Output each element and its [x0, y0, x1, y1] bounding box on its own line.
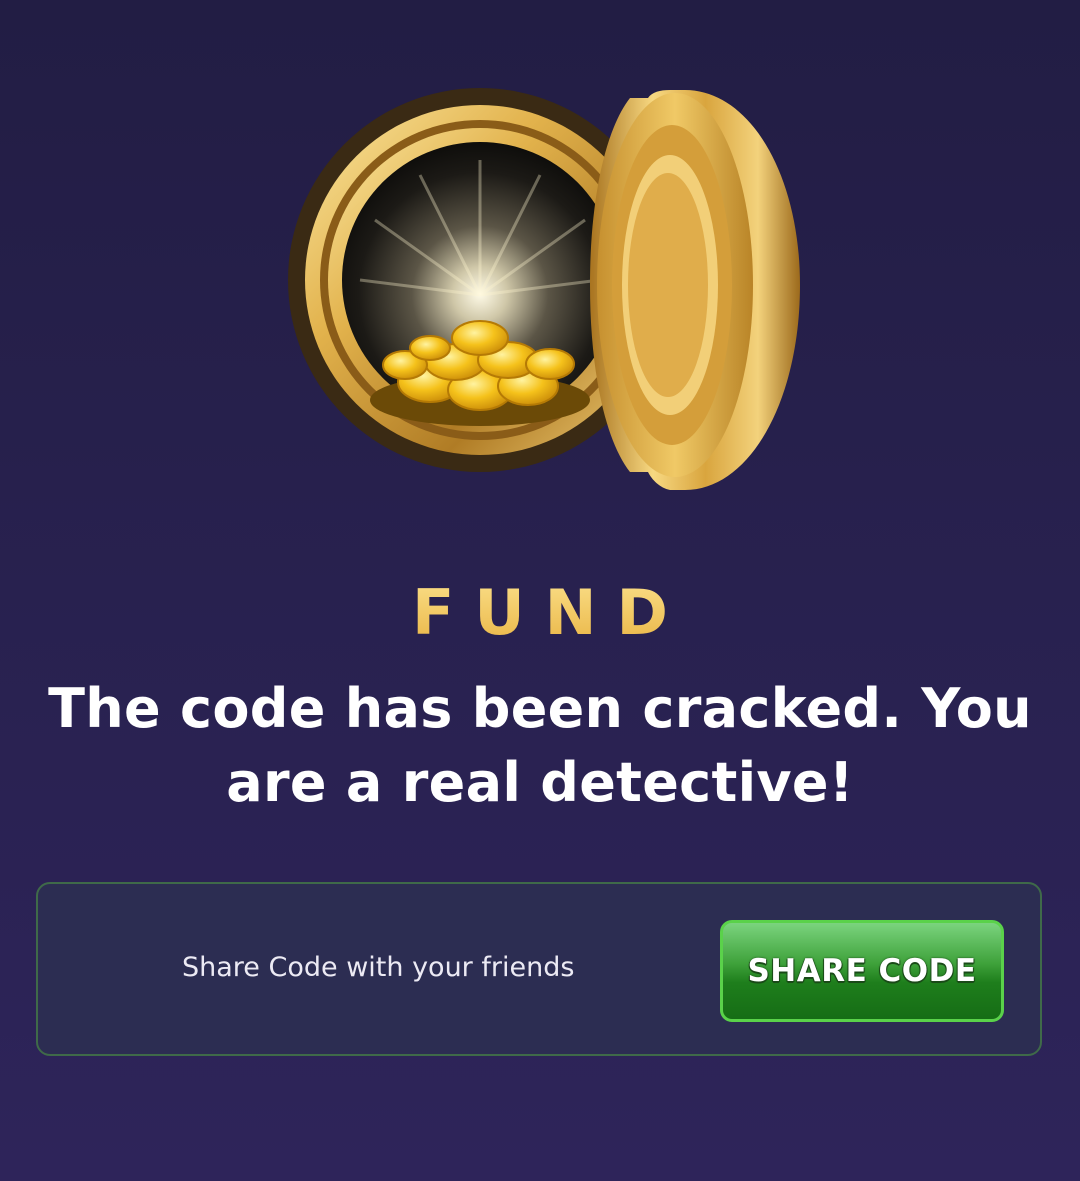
share-panel: Share Code with your friends SHARE CODE: [36, 882, 1042, 1056]
share-code-button[interactable]: SHARE CODE: [720, 920, 1004, 1022]
reward-screen: FUND The code has been cracked. You are …: [0, 0, 1080, 1181]
vault-door: [590, 90, 800, 490]
fund-title: FUND: [0, 576, 1080, 649]
success-message: The code has been cracked. You are a rea…: [48, 677, 1032, 814]
share-code-button-label: SHARE CODE: [747, 953, 977, 989]
share-description: Share Code with your friends: [182, 952, 575, 983]
gold-vault-icon: [288, 88, 800, 490]
